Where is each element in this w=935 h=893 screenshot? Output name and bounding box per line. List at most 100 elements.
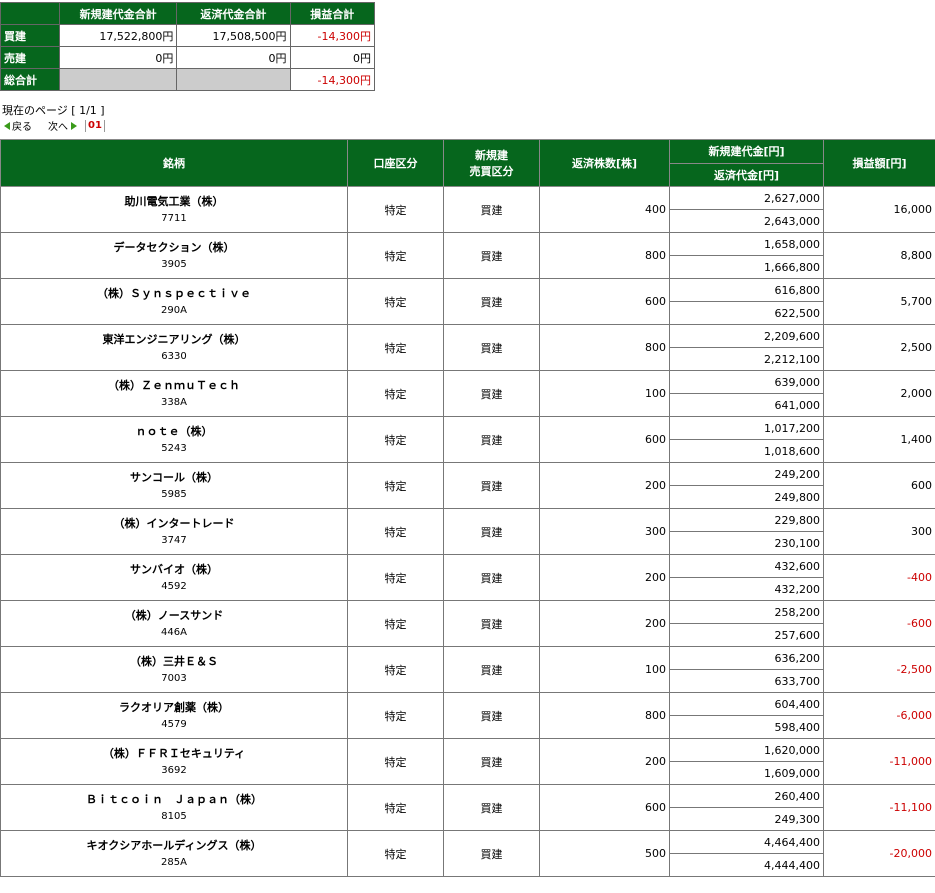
profit-loss: 2,000 — [823, 370, 935, 417]
account-type: 特定 — [347, 600, 444, 647]
settle-amount: 2,643,000 — [669, 209, 824, 233]
settle-amount: 230,100 — [669, 531, 824, 555]
summary-cell-settle: 17,508,500円 — [176, 24, 291, 47]
settle-amount: 4,444,400 — [669, 853, 824, 877]
trade-type: 買建 — [443, 416, 540, 463]
account-type: 特定 — [347, 278, 444, 325]
profit-loss: -2,500 — [823, 646, 935, 693]
settle-qty: 800 — [539, 692, 670, 739]
back-label: 戻る — [12, 122, 32, 133]
stock-name[interactable]: （株）ＺｅｎｍｕＴｅｃｈ — [4, 377, 344, 394]
stock-name[interactable]: ラクオリア創薬（株） — [4, 699, 344, 716]
settle-amount: 1,609,000 — [669, 761, 824, 785]
table-row: ｎｏｔｅ（株） 5243 特定 買建 600 1,017,200 1,400 — [0, 416, 935, 463]
new-amount: 258,200 — [669, 600, 824, 624]
table-row: 助川電気工業（株） 7711 特定 買建 400 2,627,000 16,000 — [0, 186, 935, 233]
settle-amount: 633,700 — [669, 669, 824, 693]
summary-cell-pl: -14,300円 — [289, 68, 375, 91]
header-qty: 返済株数[株] — [539, 139, 670, 187]
settle-qty: 600 — [539, 278, 670, 325]
settle-qty: 600 — [539, 784, 670, 831]
stock-name[interactable]: 東洋エンジニアリング（株） — [4, 331, 344, 348]
settle-qty: 500 — [539, 830, 670, 877]
trade-type: 買建 — [443, 784, 540, 831]
settle-qty: 300 — [539, 508, 670, 555]
stock-name[interactable]: （株）インタートレード — [4, 515, 344, 532]
stock-cell: ラクオリア創薬（株） 4579 — [0, 692, 348, 739]
page-number-current[interactable]: 01 — [85, 119, 105, 132]
next-label: 次へ — [48, 122, 68, 133]
account-type: 特定 — [347, 186, 444, 233]
stock-name[interactable]: キオクシアホールディングス（株） — [4, 837, 344, 854]
summary-cell-pl: 0円 — [289, 46, 375, 69]
settle-amount: 622,500 — [669, 301, 824, 325]
summary-cell-new: 17,522,800円 — [58, 24, 178, 47]
settle-amount: 598,400 — [669, 715, 824, 739]
stock-name[interactable]: データセクション（株） — [4, 239, 344, 256]
table-row: データセクション（株） 3905 特定 買建 800 1,658,000 8,800 — [0, 232, 935, 279]
stock-name[interactable]: サンバイオ（株） — [4, 561, 344, 578]
new-amount: 229,800 — [669, 508, 824, 532]
new-amount: 249,200 — [669, 462, 824, 486]
new-amount: 636,200 — [669, 646, 824, 670]
settle-qty: 600 — [539, 416, 670, 463]
table-row: （株）ノースサンド 446A 特定 買建 200 258,200 -600 — [0, 600, 935, 647]
settle-amount: 2,212,100 — [669, 347, 824, 371]
summary-header-new: 新規建代金合計 — [58, 2, 178, 25]
stock-name[interactable]: ｎｏｔｅ（株） — [4, 423, 344, 440]
next-link[interactable]: 次へ — [48, 118, 77, 133]
settle-qty: 100 — [539, 370, 670, 417]
stock-code: 4579 — [161, 718, 187, 730]
summary-corner — [0, 2, 60, 25]
new-amount: 639,000 — [669, 370, 824, 394]
profit-loss: -600 — [823, 600, 935, 647]
summary-row-total: 総合計 -14,300円 — [0, 68, 375, 91]
settle-qty: 200 — [539, 738, 670, 785]
settle-qty: 400 — [539, 186, 670, 233]
header-name: 銘柄 — [0, 139, 348, 187]
account-type: 特定 — [347, 416, 444, 463]
trade-type: 買建 — [443, 462, 540, 509]
account-type: 特定 — [347, 738, 444, 785]
summary-row-label: 売建 — [0, 46, 60, 69]
stock-name[interactable]: サンコール（株） — [4, 469, 344, 486]
back-link[interactable]: 戻る — [4, 118, 32, 133]
table-row: （株）ＦＦＲＩセキュリティ 3692 特定 買建 200 1,620,000 -11,000 — [0, 738, 935, 785]
stock-name[interactable]: （株）ノースサンド — [4, 607, 344, 624]
stock-code: 285A — [161, 856, 187, 868]
account-type: 特定 — [347, 462, 444, 509]
trade-type: 買建 — [443, 324, 540, 371]
header-trade-line1: 新規建 — [475, 149, 508, 162]
table-row: （株）ＺｅｎｍｕＴｅｃｈ 338A 特定 買建 100 639,000 2,000 — [0, 370, 935, 417]
settle-qty: 100 — [539, 646, 670, 693]
page-info: 現在のページ [ 1/1 ] — [2, 104, 105, 117]
positions-table: 銘柄 口座区分 新規建 売買区分 返済株数[株] 新規建代金[円] 損益額[円]… — [0, 139, 935, 877]
stock-code: 4592 — [161, 580, 187, 592]
profit-loss: -6,000 — [823, 692, 935, 739]
stock-name[interactable]: 助川電気工業（株） — [4, 193, 344, 210]
trade-type: 買建 — [443, 508, 540, 555]
stock-cell: ｎｏｔｅ（株） 5243 — [0, 416, 348, 463]
settle-qty: 800 — [539, 324, 670, 371]
new-amount: 1,620,000 — [669, 738, 824, 762]
stock-cell: キオクシアホールディングス（株） 285A — [0, 830, 348, 877]
settle-qty: 200 — [539, 600, 670, 647]
trade-type: 買建 — [443, 278, 540, 325]
stock-name[interactable]: Ｂｉｔｃｏｉｎ Ｊａｐａｎ（株） — [4, 791, 344, 808]
header-new-amount: 新規建代金[円] — [669, 139, 824, 164]
stock-name[interactable]: （株）三井Ｅ＆Ｓ — [4, 653, 344, 670]
account-type: 特定 — [347, 370, 444, 417]
stock-name[interactable]: （株）ＦＦＲＩセキュリティ — [4, 745, 344, 762]
new-amount: 1,658,000 — [669, 232, 824, 256]
stock-name[interactable]: （株）Ｓｙｎｓｐｅｃｔｉｖｅ — [4, 285, 344, 302]
summary-cell-new — [58, 68, 178, 91]
stock-code: 8105 — [161, 810, 187, 822]
table-row: キオクシアホールディングス（株） 285A 特定 買建 500 4,464,400 -20,… — [0, 830, 935, 877]
settle-amount: 1,018,600 — [669, 439, 824, 463]
stock-code: 290A — [161, 304, 187, 316]
settle-amount: 1,666,800 — [669, 255, 824, 279]
account-type: 特定 — [347, 324, 444, 371]
profit-loss: 2,500 — [823, 324, 935, 371]
account-type: 特定 — [347, 830, 444, 877]
summary-header-row: 新規建代金合計 返済代金合計 損益合計 — [0, 2, 375, 25]
